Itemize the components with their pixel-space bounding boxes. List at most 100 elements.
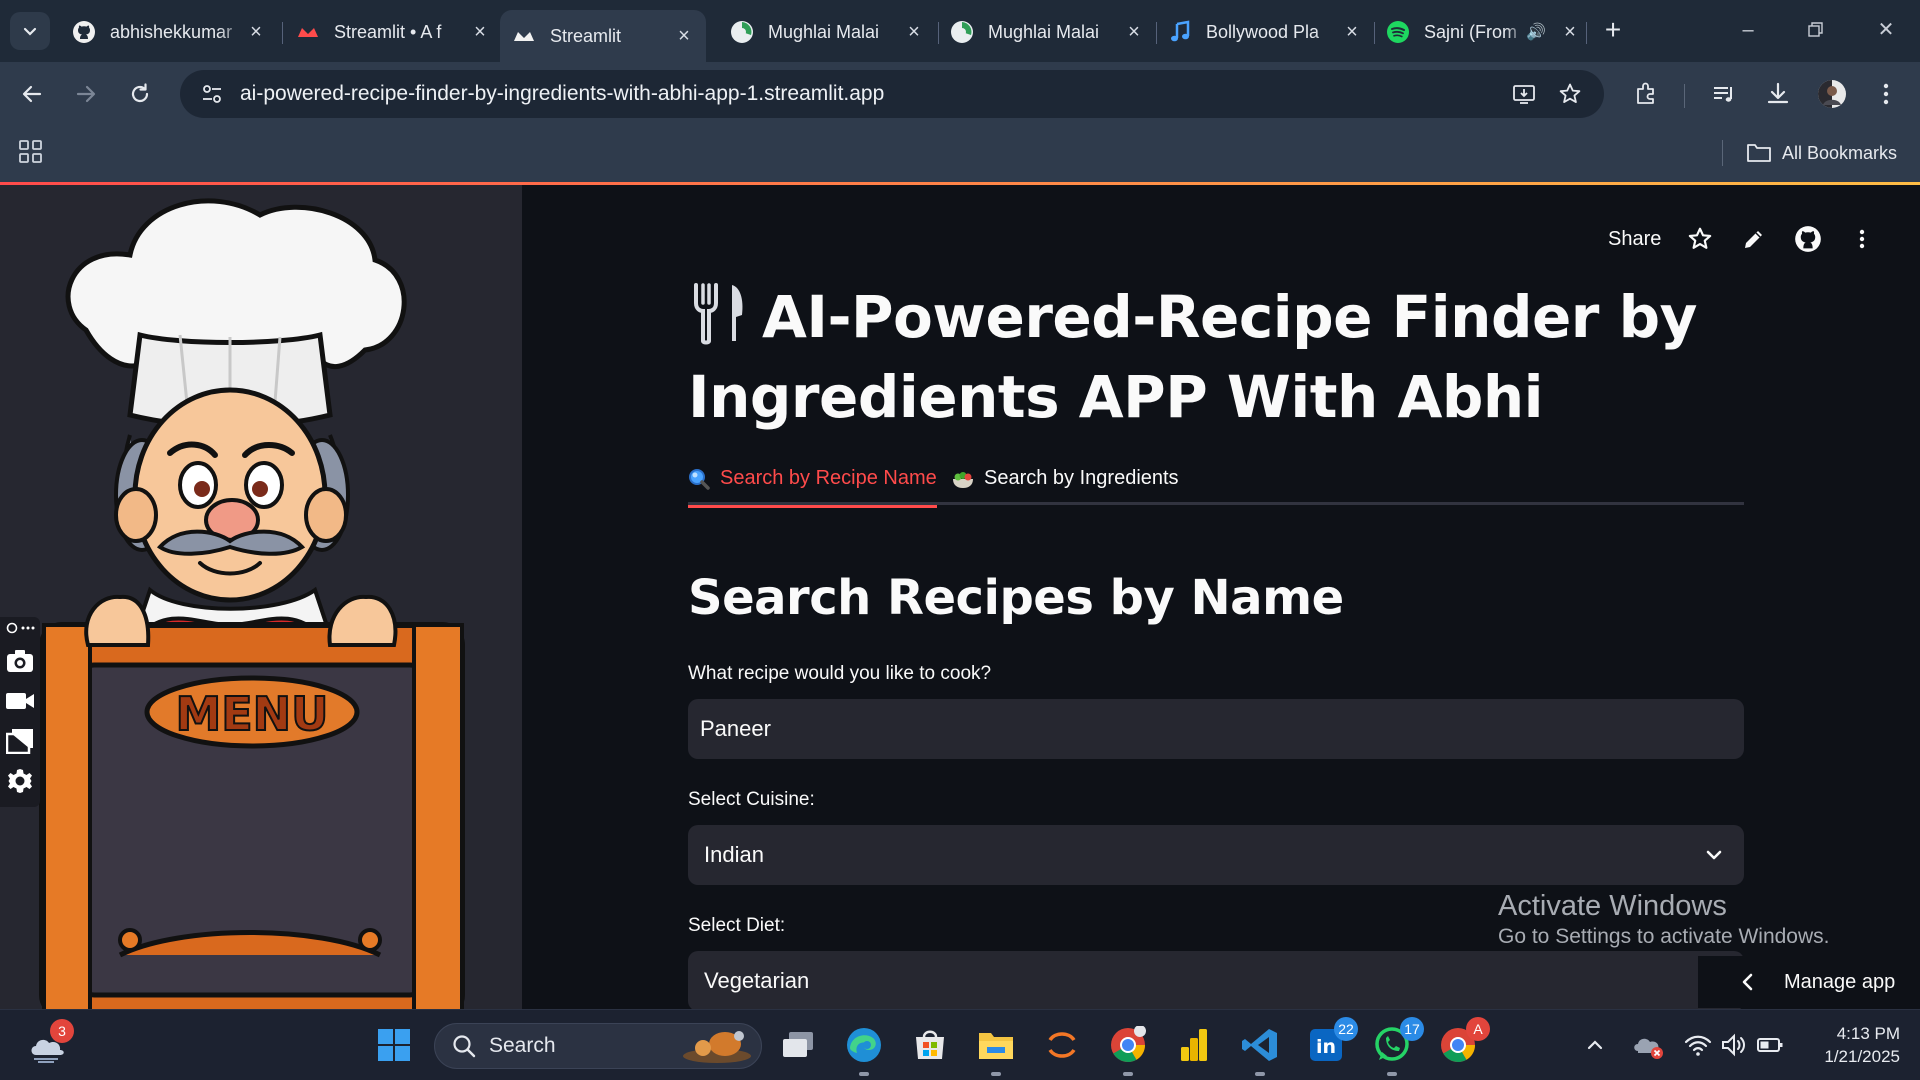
folder-icon [1747, 144, 1771, 162]
battery-icon[interactable] [1748, 1023, 1792, 1067]
browser-tab-active[interactable]: Streamlit × [500, 10, 706, 62]
svg-text:in: in [1316, 1036, 1336, 1058]
close-icon[interactable]: × [1124, 21, 1144, 44]
new-tab-button[interactable]: + [1596, 14, 1630, 48]
whatsapp-badge: 17 [1400, 1017, 1424, 1041]
star-icon[interactable] [1554, 78, 1586, 110]
close-icon[interactable]: × [1560, 21, 1580, 44]
recipe-name-input[interactable]: Paneer [688, 699, 1744, 759]
manage-app-label: Manage app [1784, 970, 1896, 993]
gear-icon[interactable] [4, 765, 36, 797]
linkedin-badge: 22 [1334, 1017, 1358, 1041]
system-clock[interactable]: 4:13 PM 1/21/2025 [1800, 1022, 1900, 1068]
tab-search-by-recipe-name[interactable]: Search by Recipe Name [688, 465, 937, 508]
pencil-icon[interactable] [1738, 223, 1770, 255]
cuisine-select-value: Indian [704, 842, 764, 867]
taskbar-search[interactable]: Search [434, 1023, 762, 1069]
browser-tab-bar: abhishekkumar × Streamlit • A f × Stream… [0, 0, 1920, 62]
reload-button[interactable] [122, 76, 158, 112]
window-capture-icon[interactable] [4, 725, 36, 757]
github-icon [72, 20, 96, 44]
tab-label: Streamlit • A f [334, 21, 442, 42]
chef-menu-illustration: MENU [39, 198, 465, 1009]
close-icon[interactable]: × [674, 25, 694, 48]
pie-chart-icon [950, 20, 974, 44]
star-icon[interactable] [1684, 223, 1716, 255]
window-close-icon[interactable]: ✕ [1866, 14, 1906, 46]
close-icon[interactable]: × [1342, 21, 1362, 44]
all-bookmarks-button[interactable]: All Bookmarks [1746, 138, 1897, 168]
chrome-profile-icon[interactable]: A [1436, 1017, 1490, 1067]
running-indicator [991, 1072, 1001, 1076]
microsoft-store-icon[interactable] [908, 1023, 952, 1067]
sidebar: MENU [0, 185, 522, 1009]
more-vertical-icon[interactable] [1846, 223, 1878, 255]
browser-tab[interactable]: Sajni (From 🔊 × [1374, 10, 1592, 54]
github-icon[interactable] [1792, 223, 1824, 255]
apps-grid-icon[interactable] [18, 139, 44, 165]
profile-avatar[interactable] [1814, 76, 1850, 112]
extensions-icon[interactable] [1628, 76, 1664, 112]
bookmark-bar: All Bookmarks [0, 126, 1920, 182]
jupyter-icon[interactable] [1040, 1023, 1084, 1067]
cuisine-select[interactable]: Indian [688, 825, 1744, 885]
tab-search-button[interactable] [10, 12, 50, 50]
close-icon[interactable]: × [904, 21, 924, 44]
browser-menu-icon[interactable] [1868, 76, 1904, 112]
reload-icon [131, 83, 149, 103]
url-text[interactable]: ai-powered-recipe-finder-by-ingredients-… [240, 82, 884, 106]
running-indicator [859, 1072, 869, 1076]
tab-label: Sajni (From [1424, 21, 1518, 42]
back-button[interactable] [14, 76, 50, 112]
media-controls-icon[interactable] [1706, 76, 1742, 112]
section-heading: Search Recipes by Name [688, 570, 1344, 626]
cuisine-select-label: Select Cuisine: [688, 789, 815, 810]
magnifier-icon [689, 469, 710, 490]
site-info-icon[interactable] [188, 70, 236, 118]
browser-toolbar: ai-powered-recipe-finder-by-ingredients-… [0, 62, 1920, 126]
clock-time: 4:13 PM [1836, 1024, 1900, 1043]
browser-tab[interactable]: Mughlai Malai × [938, 10, 1156, 54]
restore-icon[interactable] [1796, 14, 1836, 46]
file-explorer-icon[interactable] [974, 1023, 1018, 1076]
tab-separator [1586, 22, 1587, 44]
onedrive-icon[interactable] [1626, 1023, 1670, 1067]
minimize-icon[interactable]: – [1728, 14, 1768, 46]
browser-tab[interactable]: abhishekkumar × [60, 10, 278, 54]
diet-select[interactable]: Vegetarian [688, 951, 1744, 1009]
windows-logo-icon [378, 1029, 410, 1061]
browser-tab[interactable]: Mughlai Malai × [718, 10, 936, 54]
chrome-icon[interactable] [1106, 1023, 1150, 1076]
chevron-up-icon[interactable] [1580, 1023, 1610, 1067]
forward-button[interactable] [68, 76, 104, 112]
browser-tab[interactable]: Bollywood Pla × [1156, 10, 1374, 54]
manage-app-button[interactable]: Manage app [1698, 956, 1920, 1008]
diet-select-value: Vegetarian [704, 968, 810, 993]
video-camera-icon[interactable] [4, 685, 36, 717]
toolbar-divider [1684, 84, 1685, 108]
vscode-icon[interactable] [1238, 1023, 1282, 1076]
share-button[interactable]: Share [1608, 221, 1661, 257]
speaker-icon[interactable]: 🔊 [1526, 22, 1546, 42]
task-view-icon[interactable] [776, 1023, 820, 1067]
page-title: AI-Powered-Recipe Finder by Ingredients … [688, 277, 1744, 437]
screen-recorder-toolbar [0, 617, 40, 807]
close-icon[interactable]: × [246, 21, 266, 44]
start-button[interactable] [372, 1023, 416, 1067]
tab-label: Mughlai Malai [988, 21, 1100, 42]
tab-label: Bollywood Pla [1206, 21, 1320, 42]
camera-icon[interactable] [4, 645, 36, 677]
download-icon[interactable] [1760, 76, 1796, 112]
linkedin-icon[interactable]: in 22 [1304, 1017, 1358, 1067]
install-app-icon[interactable] [1508, 78, 1540, 110]
whatsapp-icon[interactable]: 17 [1370, 1017, 1424, 1076]
recorder-handle-icon[interactable] [4, 619, 36, 637]
running-indicator [1387, 1072, 1397, 1076]
tab-search-by-ingredients[interactable]: Search by Ingredients [952, 465, 1179, 505]
edge-browser-icon[interactable] [842, 1023, 886, 1076]
close-icon[interactable]: × [470, 21, 490, 44]
browser-tab[interactable]: Streamlit • A f × [284, 10, 502, 54]
weather-widget[interactable]: 3 [26, 1019, 74, 1067]
address-bar[interactable]: ai-powered-recipe-finder-by-ingredients-… [180, 70, 1604, 118]
power-bi-icon[interactable] [1172, 1023, 1216, 1067]
